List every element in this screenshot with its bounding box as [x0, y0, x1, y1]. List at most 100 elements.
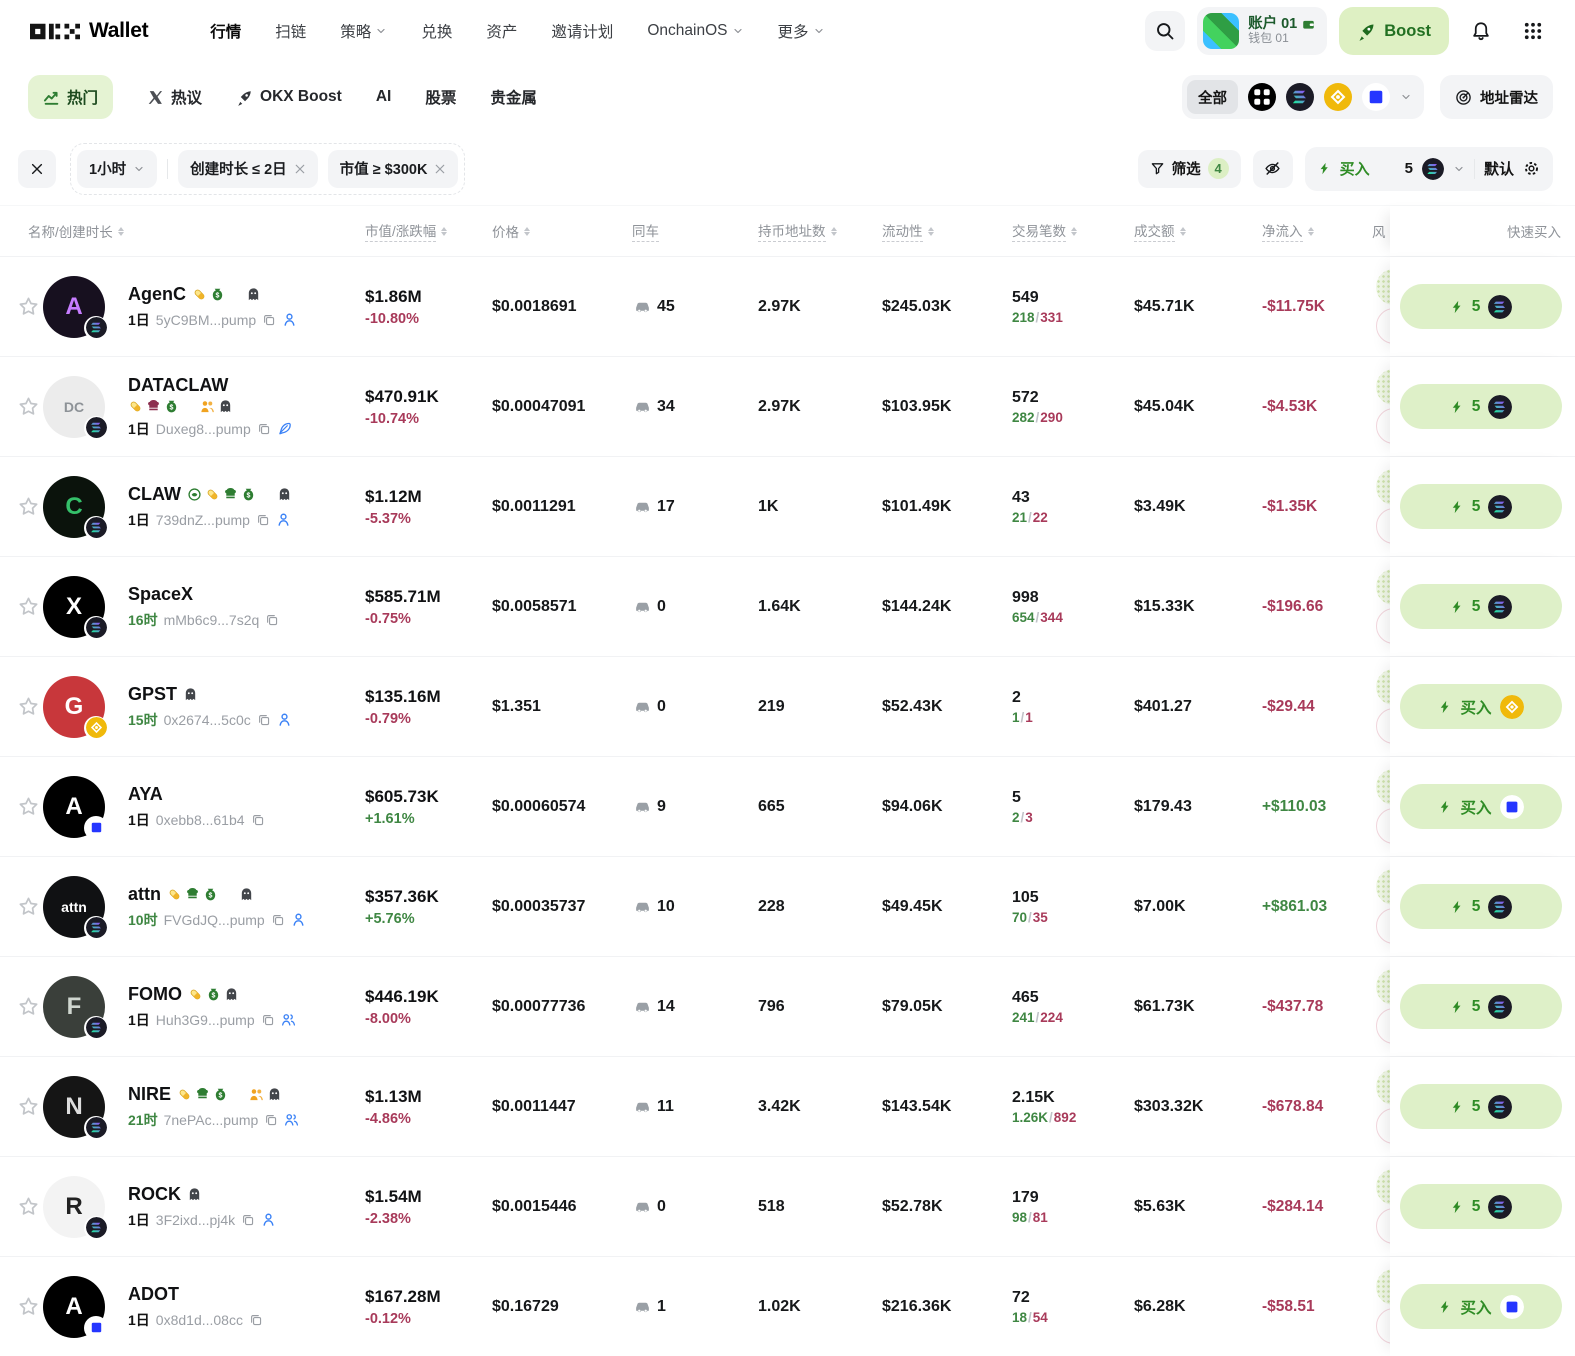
- token-avatar[interactable]: A: [43, 1275, 108, 1340]
- header-price[interactable]: 价格: [487, 221, 627, 241]
- favorite-star-icon[interactable]: [18, 1096, 39, 1117]
- okx-wallet-logo[interactable]: Wallet: [30, 19, 149, 43]
- clear-filters-button[interactable]: [18, 149, 56, 188]
- token-name[interactable]: GPST: [128, 684, 177, 705]
- quick-buy-button[interactable]: 5: [1400, 884, 1562, 929]
- token-avatar[interactable]: DC: [43, 375, 108, 440]
- boost-button[interactable]: Boost: [1339, 7, 1449, 55]
- table-row[interactable]: X SpaceX 16时 mMb6c9...7s2q $585.71M -0.7…: [0, 556, 1575, 656]
- quick-buy-button[interactable]: 买入: [1400, 684, 1562, 729]
- token-avatar[interactable]: A: [43, 275, 108, 340]
- okb-chain-icon[interactable]: [1248, 83, 1276, 111]
- tab-hot[interactable]: 热门: [28, 75, 114, 119]
- token-avatar[interactable]: A: [43, 775, 108, 840]
- copy-icon[interactable]: [256, 513, 270, 527]
- filter-chip-created-age[interactable]: 创建时长 ≤ 2日: [178, 149, 318, 188]
- address-radar-button[interactable]: 地址雷达: [1440, 75, 1553, 119]
- chain-filter-all[interactable]: 全部: [1187, 80, 1238, 114]
- nav-item-assets[interactable]: 资产: [486, 20, 517, 42]
- nav-item-invite[interactable]: 邀请计划: [551, 20, 613, 42]
- tab-trending-talk[interactable]: 热议: [147, 86, 202, 108]
- copy-icon[interactable]: [257, 713, 271, 727]
- copy-icon[interactable]: [249, 1313, 263, 1327]
- solana-chain-icon[interactable]: [1286, 83, 1314, 111]
- table-row[interactable]: R ROCK 1日 3F2ixd...pj4k $1.54M -2.38% $0…: [0, 1156, 1575, 1256]
- copy-icon[interactable]: [241, 1213, 255, 1227]
- social-link-icon[interactable]: [277, 421, 292, 436]
- nav-item-more[interactable]: 更多: [778, 20, 825, 42]
- table-row[interactable]: A AYA 1日 0xebb8...61b4 $605.73K +1.61% $…: [0, 756, 1575, 856]
- nav-item-swap[interactable]: 兑换: [421, 20, 452, 42]
- filter-settings-button[interactable]: 筛选 4: [1137, 149, 1241, 188]
- header-holders[interactable]: 持币地址数: [753, 220, 877, 242]
- nav-item-onchainos[interactable]: OnchainOS: [647, 22, 743, 40]
- filter-chip-market-cap[interactable]: 市值 ≥ $300K: [327, 149, 459, 188]
- favorite-star-icon[interactable]: [18, 396, 39, 417]
- token-name[interactable]: ROCK: [128, 1184, 181, 1205]
- token-name[interactable]: CLAW: [128, 484, 181, 505]
- token-avatar[interactable]: N: [43, 1075, 108, 1140]
- chevron-down-icon[interactable]: [1400, 91, 1412, 103]
- header-market-cap[interactable]: 市值/涨跌幅: [360, 220, 487, 242]
- remove-chip-icon[interactable]: [294, 163, 306, 175]
- token-name[interactable]: AgenC: [128, 284, 186, 305]
- token-name[interactable]: SpaceX: [128, 584, 193, 605]
- header-net-inflow[interactable]: 净流入: [1257, 220, 1352, 242]
- table-row[interactable]: C CLAW 1日 739dnZ...pump $1.12M -5.37% $0…: [0, 456, 1575, 556]
- quick-buy-button[interactable]: 5: [1400, 484, 1562, 529]
- favorite-star-icon[interactable]: [18, 896, 39, 917]
- table-row[interactable]: F FOMO 1日 Huh3G9...pump $446.19K -8.00% …: [0, 956, 1575, 1056]
- time-range-dropdown[interactable]: 1小时: [77, 149, 158, 188]
- token-avatar[interactable]: C: [43, 475, 108, 540]
- table-row[interactable]: attn attn 10时 FVGdJQ...pump $357.36K +5.…: [0, 856, 1575, 956]
- apps-menu-button[interactable]: [1513, 11, 1553, 51]
- table-row[interactable]: A AgenC 1日 5yC9BM...pump $1.86M -10.80% …: [0, 256, 1575, 356]
- quick-buy-button[interactable]: 5: [1400, 384, 1562, 429]
- token-name[interactable]: FOMO: [128, 984, 182, 1005]
- bnb-chain-icon[interactable]: [1324, 83, 1352, 111]
- token-avatar[interactable]: R: [43, 1175, 108, 1240]
- account-chip[interactable]: 账户 01 钱包 01: [1197, 7, 1328, 55]
- token-avatar[interactable]: F: [43, 975, 108, 1040]
- remove-chip-icon[interactable]: [434, 163, 446, 175]
- table-row[interactable]: DC DATACLAW 1日 Duxeg8...pump $470.91K -1…: [0, 356, 1575, 456]
- favorite-star-icon[interactable]: [18, 996, 39, 1017]
- table-row[interactable]: N NIRE 21时 7nePAc...pump $1.13M -4.86% $…: [0, 1056, 1575, 1156]
- nav-item-strategy[interactable]: 策略: [340, 20, 387, 42]
- token-avatar[interactable]: G: [43, 675, 108, 740]
- quick-buy-button[interactable]: 买入: [1400, 784, 1562, 829]
- quick-buy-settings[interactable]: 买入 5 默认: [1304, 146, 1553, 191]
- token-avatar[interactable]: attn: [43, 875, 108, 940]
- social-link-icon[interactable]: [281, 1012, 296, 1027]
- copy-icon[interactable]: [261, 1013, 275, 1027]
- favorite-star-icon[interactable]: [18, 796, 39, 817]
- token-name[interactable]: attn: [128, 884, 161, 905]
- search-button[interactable]: [1145, 11, 1186, 51]
- header-name[interactable]: 名称/创建时长: [0, 221, 360, 241]
- social-link-icon[interactable]: [291, 912, 306, 927]
- notifications-button[interactable]: [1461, 11, 1501, 51]
- favorite-star-icon[interactable]: [18, 596, 39, 617]
- chevron-down-icon[interactable]: [1453, 163, 1465, 175]
- table-row[interactable]: A ADOT 1日 0x8d1d...08cc $167.28M -0.12% …: [0, 1256, 1575, 1356]
- header-volume[interactable]: 成交额: [1129, 220, 1257, 242]
- copy-icon[interactable]: [264, 1113, 278, 1127]
- hide-toggle-button[interactable]: [1252, 149, 1293, 188]
- social-link-icon[interactable]: [276, 512, 291, 527]
- token-avatar[interactable]: X: [43, 575, 108, 640]
- token-name[interactable]: DATACLAW: [128, 375, 228, 396]
- base-chain-icon[interactable]: [1362, 83, 1390, 111]
- favorite-star-icon[interactable]: [18, 296, 39, 317]
- header-same-car[interactable]: 同车: [627, 220, 753, 242]
- copy-icon[interactable]: [265, 613, 279, 627]
- quick-buy-button[interactable]: 5: [1400, 584, 1562, 629]
- social-link-icon[interactable]: [277, 712, 292, 727]
- tab-ai[interactable]: AI: [376, 88, 392, 106]
- nav-item-market[interactable]: 行情: [210, 20, 241, 42]
- tab-precious-metals[interactable]: 贵金属: [490, 86, 537, 108]
- quick-buy-button[interactable]: 5: [1400, 1184, 1562, 1229]
- social-link-icon[interactable]: [284, 1112, 299, 1127]
- social-link-icon[interactable]: [261, 1212, 276, 1227]
- quick-buy-button[interactable]: 买入: [1400, 1284, 1562, 1329]
- token-name[interactable]: NIRE: [128, 1084, 171, 1105]
